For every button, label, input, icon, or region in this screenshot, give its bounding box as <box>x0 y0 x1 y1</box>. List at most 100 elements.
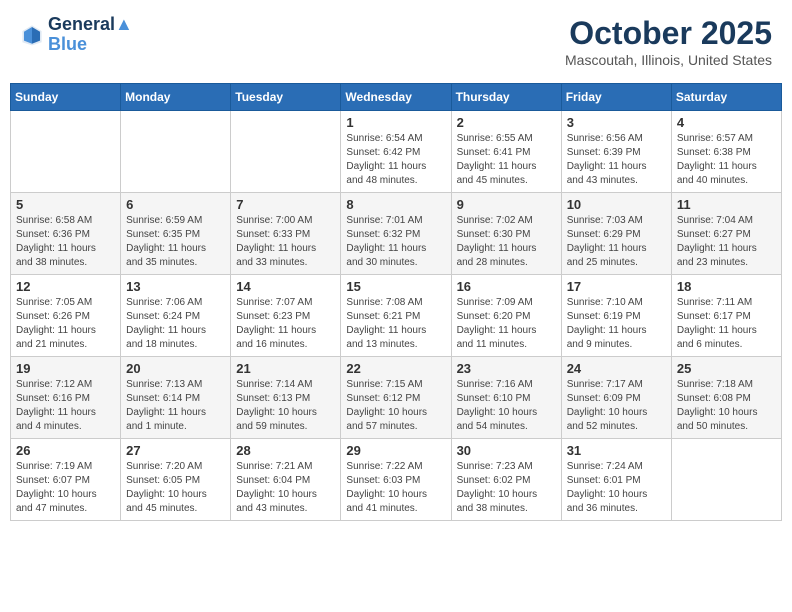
logo: General▲ Blue <box>20 15 133 55</box>
calendar-cell: 6Sunrise: 6:59 AM Sunset: 6:35 PM Daylig… <box>121 193 231 275</box>
day-number: 24 <box>567 361 666 376</box>
calendar-cell: 4 Sunrise: 6:57 AM Sunset: 6:38 PM Daylig… <box>671 111 781 193</box>
month-title: October 2025 <box>565 15 772 52</box>
calendar-cell: 8Sunrise: 7:01 AM Sunset: 6:32 PM Daylig… <box>341 193 451 275</box>
day-number: 4 <box>677 115 776 130</box>
calendar-cell: 2Sunrise: 6:55 AM Sunset: 6:41 PM Daylig… <box>451 111 561 193</box>
day-info: Sunrise: 7:13 AM Sunset: 6:14 PM Dayligh… <box>126 378 225 434</box>
day-info: Sunrise: 7:02 AM Sunset: 6:30 PM Dayligh… <box>457 214 556 270</box>
day-number: 2 <box>457 115 556 130</box>
day-info: Sunrise: 7:03 AM Sunset: 6:29 PM Dayligh… <box>567 214 666 270</box>
calendar-cell <box>11 111 121 193</box>
day-info: Sunrise: 7:19 AM Sunset: 6:07 PM Dayligh… <box>16 460 115 516</box>
day-info: Sunrise: 7:00 AM Sunset: 6:33 PM Dayligh… <box>236 214 335 270</box>
calendar-header-row: Sunday Monday Tuesday Wednesday Thursday… <box>11 84 782 111</box>
day-number: 10 <box>567 197 666 212</box>
day-number: 17 <box>567 279 666 294</box>
day-number: 18 <box>677 279 776 294</box>
calendar-cell: 22 Sunrise: 7:15 AM Sunset: 6:12 PM Dayli… <box>341 357 451 439</box>
calendar-cell: 16Sunrise: 7:09 AM Sunset: 6:20 PM Dayli… <box>451 275 561 357</box>
day-info: Sunrise: 7:24 AM Sunset: 6:01 PM Dayligh… <box>567 460 666 516</box>
day-number: 27 <box>126 443 225 458</box>
day-info: Sunrise: 7:22 AM Sunset: 6:03 PM Dayligh… <box>346 460 445 516</box>
calendar-cell: 20 Sunrise: 7:13 AM Sunset: 6:14 PM Dayli… <box>121 357 231 439</box>
day-info: Sunrise: 7:18 AM Sunset: 6:08 PM Dayligh… <box>677 378 776 434</box>
calendar-cell: 5 Sunrise: 6:58 AM Sunset: 6:36 PM Daylig… <box>11 193 121 275</box>
day-info: Sunrise: 6:58 AM Sunset: 6:36 PM Dayligh… <box>16 214 115 270</box>
calendar-week-1: 1Sunrise: 6:54 AM Sunset: 6:42 PM Daylig… <box>11 111 782 193</box>
day-info: Sunrise: 7:06 AM Sunset: 6:24 PM Dayligh… <box>126 296 225 352</box>
calendar-cell: 11Sunrise: 7:04 AM Sunset: 6:27 PM Dayli… <box>671 193 781 275</box>
logo-text: General▲ Blue <box>48 15 133 55</box>
day-number: 3 <box>567 115 666 130</box>
day-number: 14 <box>236 279 335 294</box>
day-info: Sunrise: 7:21 AM Sunset: 6:04 PM Dayligh… <box>236 460 335 516</box>
calendar-cell: 7Sunrise: 7:00 AM Sunset: 6:33 PM Daylig… <box>231 193 341 275</box>
page-header: General▲ Blue October 2025 Mascoutah, Il… <box>10 10 782 73</box>
calendar-cell: 17 Sunrise: 7:10 AM Sunset: 6:19 PM Dayli… <box>561 275 671 357</box>
day-info: Sunrise: 7:17 AM Sunset: 6:09 PM Dayligh… <box>567 378 666 434</box>
calendar-cell: 24 Sunrise: 7:17 AM Sunset: 6:09 PM Dayli… <box>561 357 671 439</box>
day-info: Sunrise: 7:11 AM Sunset: 6:17 PM Dayligh… <box>677 296 776 352</box>
day-number: 1 <box>346 115 445 130</box>
day-number: 31 <box>567 443 666 458</box>
calendar-cell: 15 Sunrise: 7:08 AM Sunset: 6:21 PM Dayli… <box>341 275 451 357</box>
day-info: Sunrise: 7:10 AM Sunset: 6:19 PM Dayligh… <box>567 296 666 352</box>
day-number: 25 <box>677 361 776 376</box>
calendar-cell: 21 Sunrise: 7:14 AM Sunset: 6:13 PM Dayli… <box>231 357 341 439</box>
col-monday: Monday <box>121 84 231 111</box>
day-info: Sunrise: 7:12 AM Sunset: 6:16 PM Dayligh… <box>16 378 115 434</box>
day-number: 20 <box>126 361 225 376</box>
title-area: October 2025 Mascoutah, Illinois, United… <box>565 15 772 68</box>
day-number: 19 <box>16 361 115 376</box>
day-number: 29 <box>346 443 445 458</box>
calendar-cell: 26 Sunrise: 7:19 AM Sunset: 6:07 PM Dayli… <box>11 439 121 521</box>
calendar-cell: 14 Sunrise: 7:07 AM Sunset: 6:23 PM Dayli… <box>231 275 341 357</box>
calendar-week-5: 26 Sunrise: 7:19 AM Sunset: 6:07 PM Dayli… <box>11 439 782 521</box>
day-number: 21 <box>236 361 335 376</box>
calendar-cell: 3 Sunrise: 6:56 AM Sunset: 6:39 PM Daylig… <box>561 111 671 193</box>
calendar-week-2: 5 Sunrise: 6:58 AM Sunset: 6:36 PM Daylig… <box>11 193 782 275</box>
calendar-cell: 29 Sunrise: 7:22 AM Sunset: 6:03 PM Dayli… <box>341 439 451 521</box>
day-info: Sunrise: 6:56 AM Sunset: 6:39 PM Dayligh… <box>567 132 666 188</box>
day-info: Sunrise: 7:08 AM Sunset: 6:21 PM Dayligh… <box>346 296 445 352</box>
calendar-cell: 23Sunrise: 7:16 AM Sunset: 6:10 PM Dayli… <box>451 357 561 439</box>
day-info: Sunrise: 7:07 AM Sunset: 6:23 PM Dayligh… <box>236 296 335 352</box>
col-thursday: Thursday <box>451 84 561 111</box>
calendar-cell: 30Sunrise: 7:23 AM Sunset: 6:02 PM Dayli… <box>451 439 561 521</box>
col-friday: Friday <box>561 84 671 111</box>
day-number: 11 <box>677 197 776 212</box>
calendar-table: Sunday Monday Tuesday Wednesday Thursday… <box>10 83 782 521</box>
location: Mascoutah, Illinois, United States <box>565 52 772 68</box>
calendar-cell: 27 Sunrise: 7:20 AM Sunset: 6:05 PM Dayli… <box>121 439 231 521</box>
col-saturday: Saturday <box>671 84 781 111</box>
day-number: 30 <box>457 443 556 458</box>
day-info: Sunrise: 7:09 AM Sunset: 6:20 PM Dayligh… <box>457 296 556 352</box>
day-number: 6 <box>126 197 225 212</box>
logo-icon <box>20 23 44 47</box>
col-tuesday: Tuesday <box>231 84 341 111</box>
day-info: Sunrise: 7:05 AM Sunset: 6:26 PM Dayligh… <box>16 296 115 352</box>
day-number: 26 <box>16 443 115 458</box>
calendar-week-3: 12 Sunrise: 7:05 AM Sunset: 6:26 PM Dayli… <box>11 275 782 357</box>
day-info: Sunrise: 6:57 AM Sunset: 6:38 PM Dayligh… <box>677 132 776 188</box>
day-number: 5 <box>16 197 115 212</box>
calendar-cell: 13Sunrise: 7:06 AM Sunset: 6:24 PM Dayli… <box>121 275 231 357</box>
day-info: Sunrise: 7:15 AM Sunset: 6:12 PM Dayligh… <box>346 378 445 434</box>
day-info: Sunrise: 7:20 AM Sunset: 6:05 PM Dayligh… <box>126 460 225 516</box>
day-number: 22 <box>346 361 445 376</box>
calendar-cell: 28Sunrise: 7:21 AM Sunset: 6:04 PM Dayli… <box>231 439 341 521</box>
day-number: 23 <box>457 361 556 376</box>
calendar-cell: 12 Sunrise: 7:05 AM Sunset: 6:26 PM Dayli… <box>11 275 121 357</box>
day-number: 12 <box>16 279 115 294</box>
calendar-cell: 18 Sunrise: 7:11 AM Sunset: 6:17 PM Dayli… <box>671 275 781 357</box>
day-number: 9 <box>457 197 556 212</box>
col-wednesday: Wednesday <box>341 84 451 111</box>
calendar-week-4: 19 Sunrise: 7:12 AM Sunset: 6:16 PM Dayli… <box>11 357 782 439</box>
calendar-cell: 19 Sunrise: 7:12 AM Sunset: 6:16 PM Dayli… <box>11 357 121 439</box>
calendar-cell <box>231 111 341 193</box>
day-info: Sunrise: 7:14 AM Sunset: 6:13 PM Dayligh… <box>236 378 335 434</box>
calendar-cell <box>121 111 231 193</box>
day-info: Sunrise: 7:01 AM Sunset: 6:32 PM Dayligh… <box>346 214 445 270</box>
day-number: 15 <box>346 279 445 294</box>
